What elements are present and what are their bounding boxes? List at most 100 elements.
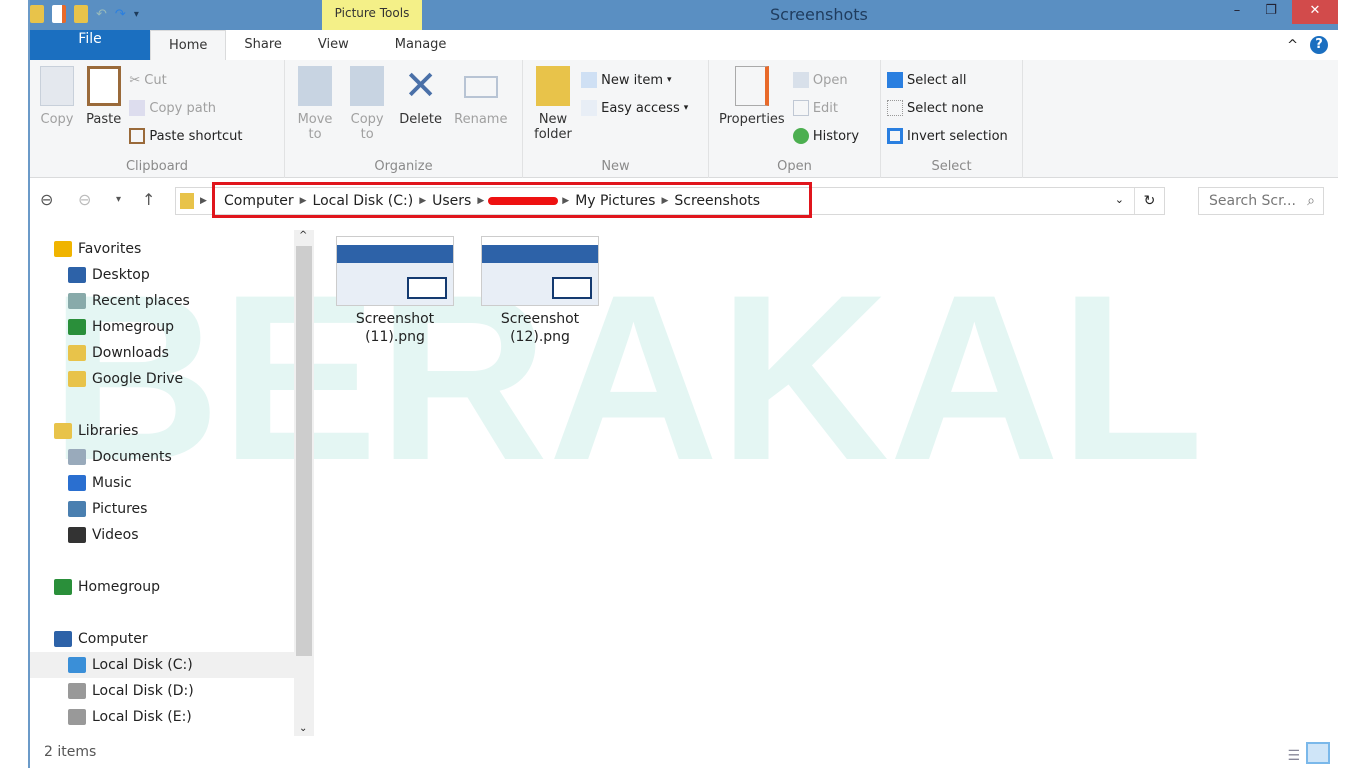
tab-file[interactable]: File [30,30,150,60]
open-label: Open [777,159,812,174]
properties-icon [734,66,769,106]
new-folder-icon[interactable] [74,5,88,23]
delete-x-icon: ✕ [403,63,438,109]
nav-item[interactable]: Homegroup [30,314,294,340]
new-group: New folder New item ▾ Easy access ▾ New [523,60,709,178]
nav-item[interactable]: Homegroup [30,574,294,600]
nav-item[interactable]: Local Disk (E:) [30,704,294,730]
move-to-button[interactable]: Move to [295,66,335,142]
organize-group: Move to Copy to ✕ Delete Rename Organize [285,60,523,178]
paste-button[interactable]: Paste [86,66,121,127]
edit-button[interactable]: Edit [792,94,859,122]
refresh-button[interactable]: ↻ [1134,188,1164,214]
nav-item[interactable]: Local Disk (C:) [30,652,294,678]
nav-item[interactable]: Google Drive [30,366,294,392]
copy-to-button[interactable]: Copy to [347,66,387,142]
address-row: ⊖ ⊖ ▾ ↑ ▶ Computer ▶ Local Disk (C:) ▶ Use… [30,182,1338,218]
file-item[interactable]: Screenshot (11).png [335,236,455,346]
tab-share[interactable]: Share [226,30,300,60]
scrollbar-thumb[interactable] [296,246,312,656]
delete-button[interactable]: ✕ Delete [399,66,442,127]
nav-item[interactable]: Computer [30,626,294,652]
cut-button[interactable]: ✂ Cut [129,66,242,94]
nav-item-label: Music [92,475,132,491]
maximize-button[interactable]: ❐ [1254,0,1288,24]
nav-item-label: Desktop [92,267,150,283]
nav-item-icon [68,319,86,335]
nav-item[interactable]: Pictures [30,496,294,522]
select-none-button[interactable]: Select none [887,94,1016,122]
invert-selection-button[interactable]: Invert selection [887,122,1016,150]
easy-access-icon [581,100,598,116]
nav-item[interactable]: Libraries [30,418,294,444]
nav-item-label: Homegroup [92,319,175,335]
nav-item-label: Libraries [78,423,139,439]
scissors-icon: ✂ [129,72,141,88]
nav-item-icon [54,631,72,647]
nav-item-label: Local Disk (D:) [92,683,194,699]
nav-item[interactable]: Favorites [30,236,294,262]
nav-item-label: Favorites [78,241,142,257]
nav-item[interactable]: Videos [30,522,294,548]
select-all-button[interactable]: Select all [887,66,1016,94]
customize-dropdown-icon[interactable]: ▾ [134,9,139,20]
paste-shortcut-button[interactable]: Paste shortcut [129,122,243,150]
nav-item-icon [68,657,86,673]
folder-icon [30,5,44,23]
new-item-button[interactable]: New item ▾ [581,66,688,94]
nav-item[interactable]: Downloads [30,340,294,366]
item-count: 2 items [44,744,97,760]
rename-icon [463,76,498,98]
details-view-button[interactable]: ☰ [1287,744,1300,768]
undo-icon[interactable]: ↶ [96,7,107,22]
copy-button[interactable]: Copy [40,66,74,127]
easy-access-button[interactable]: Easy access ▾ [581,94,688,122]
back-button[interactable]: ⊖ [40,190,53,209]
rename-button[interactable]: Rename [454,66,507,127]
explorer-window: ↶ ↷ ▾ Picture Tools Screenshots – ❐ ✕ Fi… [28,0,1338,768]
large-icons-view-button[interactable] [1306,742,1330,764]
nav-item-label: Computer [78,631,148,647]
help-icon[interactable]: ? [1310,36,1328,54]
file-item[interactable]: Screenshot (12).png [480,236,600,346]
picture-tools-label: Picture Tools [322,0,422,30]
title-bar: ↶ ↷ ▾ Picture Tools Screenshots – ❐ ✕ [30,0,1338,30]
nav-item-label: Documents [92,449,172,465]
recent-locations-dropdown[interactable]: ▾ [116,194,121,205]
select-label: Select [931,159,972,174]
open-button[interactable]: Open [792,66,859,94]
tab-home[interactable]: Home [150,30,227,60]
quick-access-toolbar: ↶ ↷ ▾ [30,5,139,23]
address-dropdown-icon[interactable]: ⌄ [1115,193,1124,206]
nav-item[interactable]: Music [30,470,294,496]
properties-button[interactable]: Properties [719,66,785,127]
nav-item[interactable]: Local Disk (D:) [30,678,294,704]
tab-manage[interactable]: Manage [377,30,465,60]
close-button[interactable]: ✕ [1292,0,1338,24]
select-none-icon [887,100,903,116]
copy-to-icon [350,66,385,106]
collapse-ribbon-icon[interactable]: ^ [1287,38,1298,53]
tab-view[interactable]: View [300,30,367,60]
copy-path-button[interactable]: Copy path [129,94,242,122]
nav-item[interactable]: Desktop [30,262,294,288]
minimize-button[interactable]: – [1220,0,1254,24]
nav-item-label: Downloads [92,345,169,361]
nav-item[interactable]: Recent places [30,288,294,314]
ribbon-tabs: File Home Share View Manage ^ ? [30,30,1338,60]
search-input[interactable]: Search Scr... ⌕ [1198,187,1324,215]
new-folder-button[interactable]: New folder [533,66,573,142]
forward-button[interactable]: ⊖ [78,190,91,209]
ribbon: Copy Paste ✂ Cut Copy path Paste shortcut… [30,60,1338,178]
nav-item-icon [68,293,86,309]
open-group: Properties Open Edit History Open [709,60,881,178]
history-button[interactable]: History [792,122,859,150]
properties-icon[interactable] [52,5,66,23]
redo-icon[interactable]: ↷ [115,7,126,22]
nav-scrollbar[interactable]: ^ ⌄ [294,230,314,736]
nav-item[interactable]: Documents [30,444,294,470]
up-button[interactable]: ↑ [142,190,155,209]
nav-item-label: Local Disk (E:) [92,709,192,725]
